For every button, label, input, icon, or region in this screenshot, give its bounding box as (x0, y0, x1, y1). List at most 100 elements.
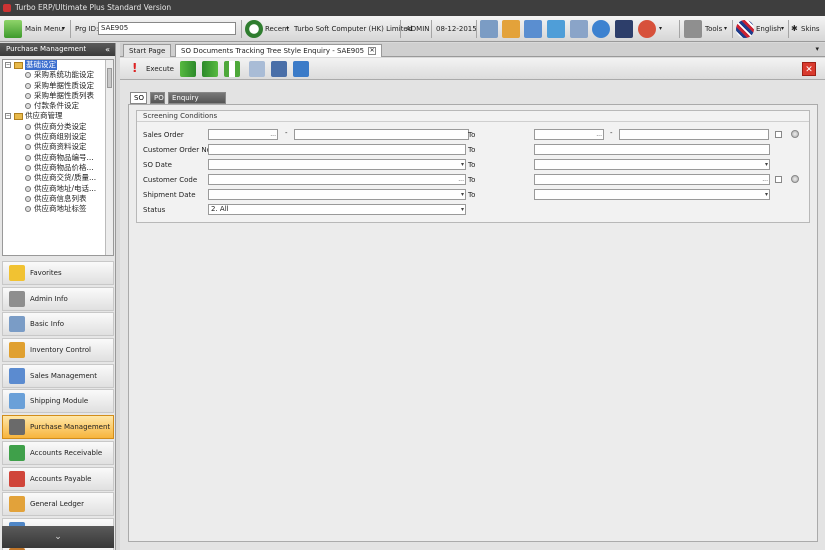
module-button-general-ledger[interactable]: General Ledger (2, 492, 114, 517)
first-record-icon[interactable] (180, 61, 196, 77)
tree-item[interactable]: 供应商物品价格... (3, 163, 113, 173)
dropdown-arrow-icon[interactable]: ▾ (461, 190, 464, 199)
clock-alert-icon[interactable] (638, 20, 656, 38)
skins-icon[interactable]: ✱ (791, 16, 798, 42)
print-icon[interactable] (271, 61, 287, 77)
module-button-sales-management[interactable]: Sales Management (2, 363, 114, 388)
tree-item[interactable]: 供应商组别设定 (3, 132, 113, 142)
main-menu-icon[interactable] (4, 20, 22, 38)
preview-icon[interactable] (249, 61, 265, 77)
basic-info-icon (9, 316, 25, 333)
subtab-enquiry-results[interactable]: Enquiry Results (168, 92, 226, 112)
customer-code-checkbox[interactable] (775, 176, 782, 183)
tree-item[interactable]: 付款条件设定 (3, 101, 113, 111)
customer-order-no-to-input[interactable] (534, 144, 770, 155)
main-menu-button[interactable]: Main Menu (25, 16, 63, 42)
subtab-so[interactable]: SO (130, 92, 147, 104)
module-button-shipping-module[interactable]: Shipping Module (2, 389, 114, 414)
customer-code-from-input[interactable]: ... (208, 174, 466, 185)
tab-start-page[interactable]: Start Page (123, 44, 172, 57)
tree-item[interactable]: 供应商信息列表 (3, 194, 113, 204)
list-icon[interactable] (524, 20, 542, 38)
prg-id-input[interactable]: SAE905 (98, 22, 236, 35)
system-date: 08-12-2015 (436, 25, 477, 33)
tools-menu[interactable]: Tools (705, 16, 722, 42)
customer-code-to-input[interactable]: ... (534, 174, 770, 185)
recent-dropdown-icon[interactable]: ▾ (286, 16, 289, 42)
dropdown-arrow-icon[interactable]: ▾ (461, 160, 464, 169)
collapse-node-icon[interactable]: − (5, 113, 11, 120)
alert-dropdown-icon[interactable]: ▾ (659, 16, 662, 42)
tree-item[interactable]: 采购系统功能设定 (3, 70, 113, 80)
tree-item[interactable]: 采购单据性质设定 (3, 81, 113, 91)
report-icon[interactable] (570, 20, 588, 38)
skins-menu[interactable]: Skins (801, 16, 820, 42)
home-icon[interactable] (502, 20, 520, 38)
expand-icon[interactable] (202, 61, 218, 77)
language-dropdown-icon[interactable]: ▾ (781, 16, 784, 42)
tree-label: 供应商地址标签 (34, 204, 87, 214)
tree-label: 供应商管理 (25, 111, 63, 121)
status-select[interactable]: 2. All ▾ (208, 204, 466, 215)
shipment-date-from-input[interactable]: ▾ (208, 189, 466, 200)
sales-order-checkbox[interactable] (775, 131, 782, 138)
module-button-accounts-payable[interactable]: Accounts Payable (2, 466, 114, 491)
export-icon[interactable] (293, 61, 309, 77)
close-tab-icon[interactable]: ✕ (368, 47, 377, 55)
tools-icon[interactable] (684, 20, 702, 38)
subtab-po[interactable]: PO (150, 92, 165, 104)
refresh-icon[interactable] (592, 20, 610, 38)
tree-scrollbar[interactable] (105, 60, 113, 255)
lookup-button[interactable]: ... (596, 130, 602, 139)
org-chart-icon[interactable] (547, 20, 565, 38)
dropdown-arrow-icon[interactable]: ▾ (765, 160, 768, 169)
module-button-accounts-receivable[interactable]: Accounts Receivable (2, 440, 114, 465)
sales-order-to-input[interactable]: ... (534, 129, 604, 140)
customer-code-option-button[interactable] (791, 175, 799, 183)
scrollbar-thumb[interactable] (107, 68, 112, 88)
lookup-button[interactable]: ... (270, 130, 276, 139)
so-date-to-input[interactable]: ▾ (534, 159, 770, 170)
sales-order-from-input[interactable]: ... (208, 129, 278, 140)
module-button-basic-info[interactable]: Basic Info (2, 312, 114, 337)
main-menu-dropdown-icon[interactable]: ▾ (62, 16, 65, 42)
recent-clock-icon[interactable] (245, 20, 263, 38)
so-date-label: SO Date (143, 161, 172, 169)
collapse-node-icon[interactable]: − (5, 62, 11, 68)
so-date-from-input[interactable]: ▾ (208, 159, 466, 170)
function-tree[interactable]: − 基础设定 采购系统功能设定 采购单据性质设定 采购单据性质列表 付款条件设定 − 供应商管… (2, 59, 114, 256)
dropdown-arrow-icon[interactable]: ▾ (765, 190, 768, 199)
execute-icon[interactable]: ! (132, 62, 137, 75)
module-button-favorites[interactable]: Favorites (2, 261, 114, 285)
search-icon[interactable] (480, 20, 498, 38)
shipment-date-to-input[interactable]: ▾ (534, 189, 770, 200)
sales-order-option-button[interactable] (791, 130, 799, 138)
close-form-button[interactable]: ✕ (802, 62, 816, 76)
more-modules-button[interactable]: ⌄ (2, 526, 114, 548)
tree-folder[interactable]: − 供应商管理 (3, 111, 113, 121)
tab-list-dropdown-icon[interactable]: ▾ (815, 45, 819, 53)
lookup-button[interactable]: ... (458, 175, 464, 184)
tree-item[interactable]: 供应商地址/电话... (3, 184, 113, 194)
tree-item[interactable]: 供应商分类设定 (3, 122, 113, 132)
monitor-icon[interactable] (615, 20, 633, 38)
module-button-admin-info[interactable]: Admin Info (2, 286, 114, 311)
lookup-button[interactable]: ... (762, 175, 768, 184)
tree-item[interactable]: 供应商资料设定 (3, 142, 113, 152)
tree-item[interactable]: 采购单据性质列表 (3, 91, 113, 101)
language-menu[interactable]: English (756, 16, 781, 42)
tree-folder[interactable]: − 基础设定 (3, 60, 113, 70)
collapse-panel-icon[interactable]: « (105, 43, 110, 56)
column-icon[interactable] (224, 61, 240, 77)
tree-item[interactable]: 供应商交货/质量... (3, 173, 113, 183)
tree-item[interactable]: 供应商地址标签 (3, 204, 113, 214)
tree-item[interactable]: 供应商物品编号... (3, 153, 113, 163)
customer-order-no-from-input[interactable] (208, 144, 466, 155)
dropdown-arrow-icon[interactable]: ▾ (461, 205, 464, 214)
execute-button[interactable]: Execute (146, 58, 174, 80)
tab-so-enquiry[interactable]: SO Documents Tracking Tree Style Enquiry… (175, 44, 383, 57)
module-button-inventory-control[interactable]: Inventory Control (2, 338, 114, 363)
tools-dropdown-icon[interactable]: ▾ (724, 16, 727, 42)
uk-flag-icon[interactable] (736, 20, 754, 38)
module-button-purchase-management[interactable]: Purchase Management (2, 415, 114, 440)
